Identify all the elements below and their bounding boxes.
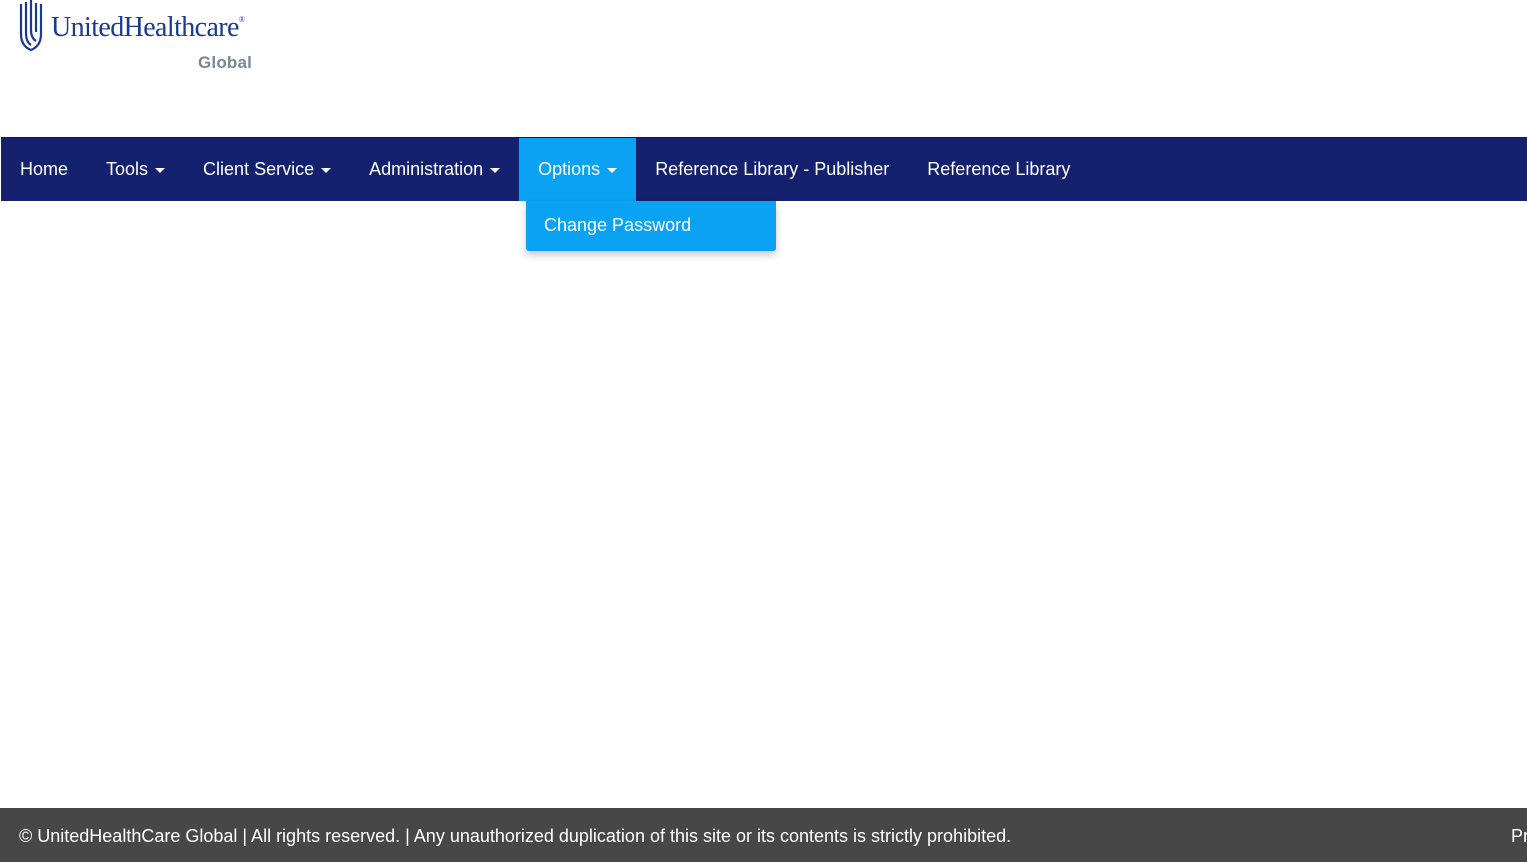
menu-item-change-password[interactable]: Change Password (526, 201, 776, 251)
nav-label: Reference Library (927, 159, 1071, 179)
brand-subtitle: Global (198, 53, 253, 72)
options-dropdown-menu: Change Password (526, 201, 776, 251)
footer: © UnitedHealthCare Global | All rights r… (0, 808, 1527, 862)
page: UnitedHealthcare® Global Home Tools Clie… (0, 0, 1527, 862)
brand-logo[interactable]: UnitedHealthcare® Global (18, 0, 268, 75)
nav-item-tools[interactable]: Tools (87, 138, 184, 201)
caret-down-icon (155, 168, 166, 173)
nav-item-administration[interactable]: Administration (350, 138, 519, 201)
nav-label: Tools (106, 159, 149, 179)
footer-copyright: © UnitedHealthCare Global | All rights r… (19, 826, 1012, 846)
nav-item-home[interactable]: Home (1, 138, 87, 201)
nav-label: Home (20, 159, 69, 179)
caret-down-icon (490, 168, 501, 173)
main-navbar: Home Tools Client Service Administration… (1, 137, 1527, 201)
nav-list: Home Tools Client Service Administration… (1, 138, 1527, 201)
caret-down-icon (321, 168, 332, 173)
nav-item-reference-library[interactable]: Reference Library (908, 138, 1089, 201)
nav-label: Reference Library - Publisher (655, 159, 890, 179)
nav-label: Options (538, 159, 601, 179)
caret-down-icon (607, 168, 618, 173)
brand-name: UnitedHealthcare® (51, 12, 245, 43)
uhc-shield-icon (19, 0, 43, 52)
nav-item-reference-library-publisher[interactable]: Reference Library - Publisher (636, 138, 908, 201)
nav-label: Administration (369, 159, 484, 179)
nav-label: Client Service (203, 159, 315, 179)
nav-item-client-service[interactable]: Client Service (184, 138, 350, 201)
footer-link-truncated[interactable]: Pr (1511, 826, 1527, 847)
nav-item-options[interactable]: Options (519, 138, 637, 201)
header: UnitedHealthcare® Global (0, 0, 1527, 137)
